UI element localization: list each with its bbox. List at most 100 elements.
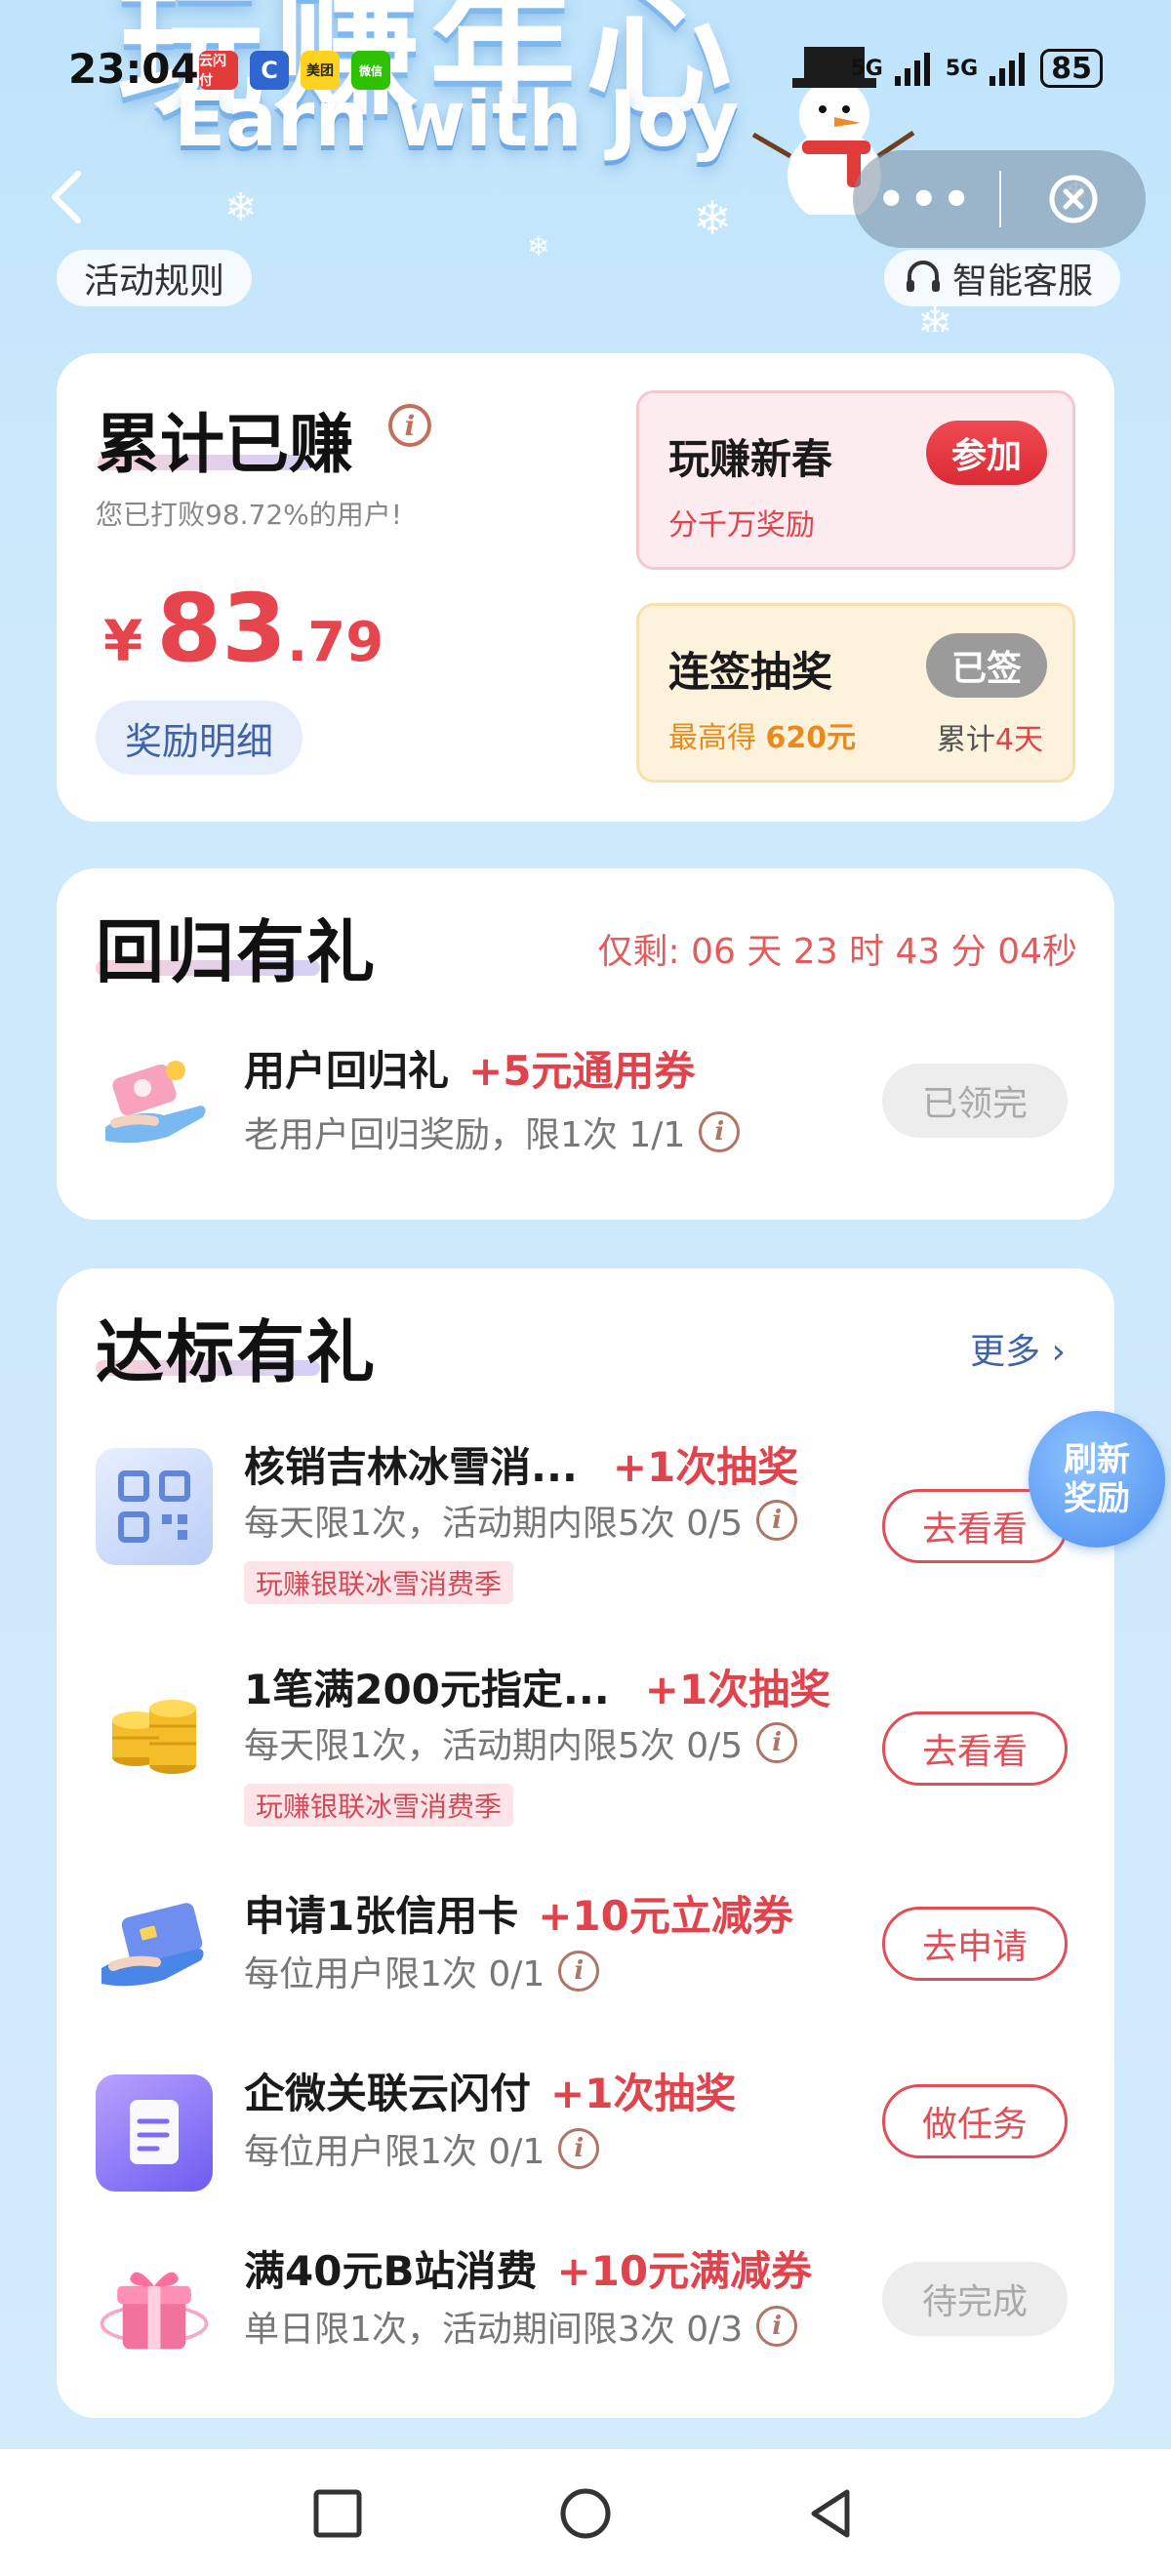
more-link[interactable]: 更多 ›: [970, 1323, 1066, 1374]
back-triangle-icon[interactable]: [804, 2484, 863, 2543]
task-title: 1笔满200元指定...: [244, 1666, 610, 1713]
rank-text: 您已打败98.72%的用户!: [96, 499, 402, 531]
task-desc-text: 每位用户限1次 0/1: [244, 2132, 545, 2172]
checkin-lottery-card[interactable]: 连签抽奖 最高得 620元 累计4天 已签: [636, 603, 1075, 783]
currency-symbol: ¥: [103, 608, 143, 674]
smart-service-button[interactable]: 智能客服: [884, 250, 1121, 306]
apply-button[interactable]: 去申请: [882, 1907, 1068, 1981]
refresh-label-1: 刷新: [1064, 1440, 1130, 1479]
task-name: 1笔满200元指定... +1次抽奖: [244, 1657, 830, 1716]
earnings-card: 累计已赚 i 您已打败98.72%的用户! ¥ 83 .79 奖励明细 玩赚新春…: [57, 353, 1114, 822]
more-menu-icon[interactable]: •••: [853, 173, 999, 225]
task-desc: 每位用户限1次 0/1 i: [244, 1946, 600, 1996]
task-desc: 每位用户限1次 0/1 i: [244, 2123, 600, 2174]
task-title: 申请1张信用卡: [244, 1892, 519, 1940]
task-reward: +1次抽奖: [644, 1666, 831, 1713]
unionpay-app-icon: 云闪付: [199, 51, 238, 90]
checkin-subtitle-prefix: 最高得: [668, 721, 766, 755]
info-icon[interactable]: i: [558, 2128, 600, 2169]
signal-icon-2: [989, 53, 1026, 86]
home-icon[interactable]: [556, 2484, 615, 2543]
refresh-reward-button[interactable]: 刷新 奖励: [1029, 1411, 1165, 1548]
checkin-title: 连签抽奖: [668, 648, 833, 696]
do-task-button[interactable]: 做任务: [882, 2084, 1068, 2158]
task-reward: +1次抽奖: [550, 2070, 737, 2117]
document-icon: [96, 2074, 213, 2192]
task-row: 企微关联云闪付 +1次抽奖 每位用户限1次 0/1 i 做任务: [57, 2061, 1114, 2197]
claimed-button[interactable]: 已领完: [882, 1064, 1068, 1138]
refresh-label-2: 奖励: [1064, 1479, 1130, 1518]
spring-festival-card[interactable]: 玩赚新春 分千万奖励 参加: [636, 390, 1075, 570]
battery-indicator: 85: [1040, 49, 1103, 88]
close-circle-icon: [1049, 175, 1098, 223]
activity-rules-button[interactable]: 活动规则: [57, 250, 253, 306]
qr-code-icon: [96, 1448, 213, 1565]
task-name: 核销吉林冰雪消... +1次抽奖: [244, 1434, 798, 1494]
task-reward: +10元立减券: [538, 1892, 793, 1940]
checkin-max-value: 620元: [765, 721, 857, 755]
task-desc: 老用户回归奖励，限1次 1/1 i: [244, 1107, 741, 1157]
join-button[interactable]: 参加: [925, 421, 1047, 485]
headset-icon: [907, 261, 940, 292]
task-row: 核销吉林冰雪消... +1次抽奖 每天限1次，活动期内限5次 0/5 i 玩赚银联…: [57, 1434, 1114, 1610]
task-name: 用户回归礼 +5元通用券: [244, 1038, 695, 1098]
task-reward: +1次抽奖: [612, 1443, 799, 1491]
target-reward-title: 达标有礼: [96, 1312, 377, 1392]
back-arrow-icon[interactable]: [43, 168, 92, 226]
task-tag: 玩赚银联冰雪消费季: [244, 1561, 514, 1604]
checkin-subtitle: 最高得 620元: [668, 713, 856, 756]
info-icon[interactable]: i: [756, 1500, 798, 1541]
info-icon[interactable]: i: [699, 1111, 741, 1152]
recent-apps-icon[interactable]: [308, 2484, 367, 2543]
signed-button[interactable]: 已签: [925, 633, 1047, 698]
task-desc-text: 单日限1次，活动期间限3次 0/3: [244, 2310, 744, 2350]
task-name: 申请1张信用卡 +10元立减券: [244, 1883, 793, 1943]
earned-amount: ¥ 83 .79: [103, 574, 384, 683]
amount-integer: 83: [156, 574, 287, 683]
earnings-title: 累计已赚: [96, 407, 353, 482]
task-desc-text: 每天限1次，活动期内限5次 0/5: [244, 1504, 744, 1544]
task-title: 用户回归礼: [244, 1047, 450, 1095]
task-name: 满40元B站消费 +10元满减券: [244, 2238, 812, 2298]
info-icon[interactable]: i: [756, 2306, 798, 2347]
info-icon[interactable]: i: [558, 1951, 600, 1992]
task-title: 核销吉林冰雪消...: [244, 1443, 578, 1491]
checkin-total: 累计4天: [937, 715, 1043, 758]
credit-card-hand-icon: [96, 1889, 213, 2006]
task-desc: 单日限1次，活动期间限3次 0/3 i: [244, 2301, 798, 2352]
task-desc-text: 每位用户限1次 0/1: [244, 1954, 545, 1994]
task-tag: 玩赚银联冰雪消费季: [244, 1784, 514, 1827]
return-gift-title: 回归有礼: [96, 912, 377, 992]
gift-hand-icon: [96, 1044, 213, 1161]
go-view-button[interactable]: 去看看: [882, 1711, 1068, 1786]
status-bar: 23:04 云闪付 C 美团 微信 5G 5G 85: [0, 39, 1171, 101]
countdown-timer: 仅剩: 06 天 23 时 43 分 04秒: [597, 932, 1077, 972]
signal-5g-label: 5G: [850, 56, 883, 81]
task-reward: +5元通用券: [468, 1047, 696, 1095]
return-gift-card: 回归有礼 仅剩: 06 天 23 时 43 分 04秒 用户回归礼 +5元通用券 …: [57, 868, 1114, 1220]
reward-detail-button[interactable]: 奖励明细: [96, 701, 303, 775]
pending-button[interactable]: 待完成: [882, 2262, 1068, 2336]
checkin-total-value: 4天: [994, 723, 1043, 757]
snowflake-icon: ❄: [527, 230, 550, 262]
amount-decimal: .79: [286, 611, 384, 674]
task-name: 企微关联云闪付 +1次抽奖: [244, 2061, 736, 2120]
task-row: 用户回归礼 +5元通用券 老用户回归奖励，限1次 1/1 i 已领完: [57, 1034, 1114, 1181]
wechat-app-icon: 微信: [351, 51, 390, 90]
gold-coins-icon: [96, 1670, 213, 1788]
task-title: 满40元B站消费: [244, 2247, 538, 2295]
close-miniapp-button[interactable]: [1001, 174, 1146, 224]
info-icon[interactable]: i: [756, 1722, 798, 1763]
checkin-total-prefix: 累计: [936, 723, 995, 757]
task-row: 满40元B站消费 +10元满减券 单日限1次，活动期间限3次 0/3 i 待完成: [57, 2238, 1114, 2375]
info-icon[interactable]: i: [388, 404, 431, 447]
miniapp-capsule: •••: [853, 150, 1146, 248]
status-right: 5G 5G 85: [850, 49, 1103, 88]
snowflake-icon: ❄: [693, 191, 733, 246]
task-title: 企微关联云闪付: [244, 2070, 532, 2117]
task-desc-text: 每天限1次，活动期内限5次 0/5: [244, 1726, 744, 1766]
gift-box-icon: [96, 2248, 213, 2365]
snowflake-icon: ❄: [224, 185, 258, 230]
task-desc: 每天限1次，活动期内限5次 0/5 i: [244, 1495, 798, 1546]
status-time: 23:04: [68, 45, 199, 93]
